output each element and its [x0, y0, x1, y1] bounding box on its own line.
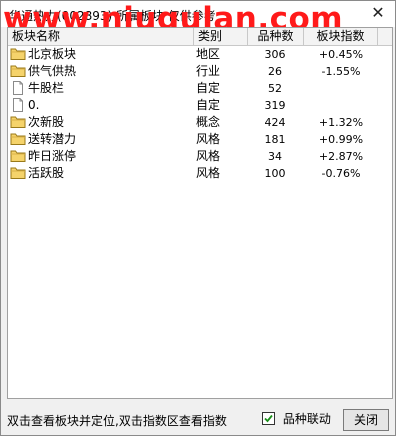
column-header-category[interactable]: 类别: [194, 28, 248, 45]
cell-count: 26: [268, 65, 282, 78]
board-name-text: 供气供热: [28, 64, 77, 78]
table-header: 板块名称 类别 品种数 板块指数: [8, 28, 392, 46]
table-row[interactable]: 次新股 概念 424 +1.32%: [8, 114, 392, 131]
table-row[interactable]: 送转潜力 风格 181 +0.99%: [8, 131, 392, 148]
cell-board-name: 活跃股: [10, 165, 194, 182]
cell-index[interactable]: [304, 80, 378, 97]
cell-board-name: 昨日涨停: [10, 148, 194, 165]
cell-count: 424: [264, 116, 286, 129]
board-name-text: 昨日涨停: [28, 149, 77, 163]
checkbox-box[interactable]: [262, 412, 275, 425]
document-icon: [10, 81, 26, 95]
cell-count: 181: [264, 133, 286, 146]
board-dialog-window: 华通热力(002893) 所属板块 仅供参考 www.niugulan.com …: [0, 0, 396, 436]
cell-index[interactable]: [304, 97, 378, 114]
table-row[interactable]: 0. 自定 319: [8, 97, 392, 114]
folder-icon: [10, 115, 26, 129]
folder-icon: [10, 47, 26, 61]
title-bar[interactable]: 华通热力(002893) 所属板块 仅供参考 www.niugulan.com …: [1, 1, 395, 37]
table-row[interactable]: 北京板块 地区 306 +0.45%: [8, 46, 392, 63]
folder-icon: [10, 149, 26, 163]
column-header-name[interactable]: 板块名称: [8, 28, 194, 45]
cell-category: 地区: [196, 47, 221, 61]
checkmark-icon: [264, 414, 273, 423]
table-row[interactable]: 供气供热 行业 26 -1.55%: [8, 63, 392, 80]
column-header-count[interactable]: 品种数: [248, 28, 304, 45]
column-header-index[interactable]: 板块指数: [304, 28, 378, 45]
cell-index[interactable]: -0.76%: [304, 165, 378, 182]
cell-board-name: 0.: [10, 97, 194, 114]
board-name-text: 北京板块: [28, 47, 77, 61]
document-icon: [10, 98, 26, 112]
cell-index[interactable]: +1.32%: [304, 114, 378, 131]
table-row[interactable]: 昨日涨停 风格 34 +2.87%: [8, 148, 392, 165]
close-button[interactable]: 关闭: [343, 409, 389, 431]
footer-hint: 双击查看板块并定位,双击指数区查看指数: [7, 414, 227, 428]
cell-category: 自定: [196, 81, 221, 95]
folder-icon: [10, 64, 26, 78]
board-name-text: 送转潜力: [28, 132, 77, 146]
cell-index[interactable]: +0.99%: [304, 131, 378, 148]
folder-icon: [10, 166, 26, 180]
board-name-text: 0.: [28, 98, 40, 112]
table-row[interactable]: 牛股栏 自定 52: [8, 80, 392, 97]
cell-count: 100: [264, 167, 286, 180]
folder-icon: [10, 132, 26, 146]
cell-category: 行业: [196, 64, 221, 78]
cell-board-name: 北京板块: [10, 46, 194, 63]
cell-category: 风格: [196, 149, 221, 163]
board-name-text: 次新股: [28, 115, 65, 129]
cell-category: 概念: [196, 115, 221, 129]
cell-category: 风格: [196, 166, 221, 180]
board-table: 板块名称 类别 品种数 板块指数 北京板块 地区 306 +0.45% 供气供热 行业 26…: [7, 27, 393, 399]
cell-count: 319: [264, 99, 286, 112]
board-name-text: 活跃股: [28, 166, 65, 180]
cell-board-name: 送转潜力: [10, 131, 194, 148]
cell-index[interactable]: +2.87%: [304, 148, 378, 165]
cell-count: 34: [268, 150, 282, 163]
board-name-text: 牛股栏: [28, 81, 65, 95]
close-icon[interactable]: ✕: [369, 4, 387, 22]
table-row[interactable]: 活跃股 风格 100 -0.76%: [8, 165, 392, 182]
linkage-checkbox[interactable]: 品种联动: [262, 410, 331, 426]
cell-index[interactable]: +0.45%: [304, 46, 378, 63]
cell-count: 52: [268, 82, 282, 95]
cell-count: 306: [264, 48, 286, 61]
cell-board-name: 牛股栏: [10, 80, 194, 97]
cell-category: 风格: [196, 132, 221, 146]
checkbox-label: 品种联动: [282, 412, 331, 426]
cell-board-name: 供气供热: [10, 63, 194, 80]
cell-index[interactable]: -1.55%: [304, 63, 378, 80]
cell-board-name: 次新股: [10, 114, 194, 131]
cell-category: 自定: [196, 98, 221, 112]
